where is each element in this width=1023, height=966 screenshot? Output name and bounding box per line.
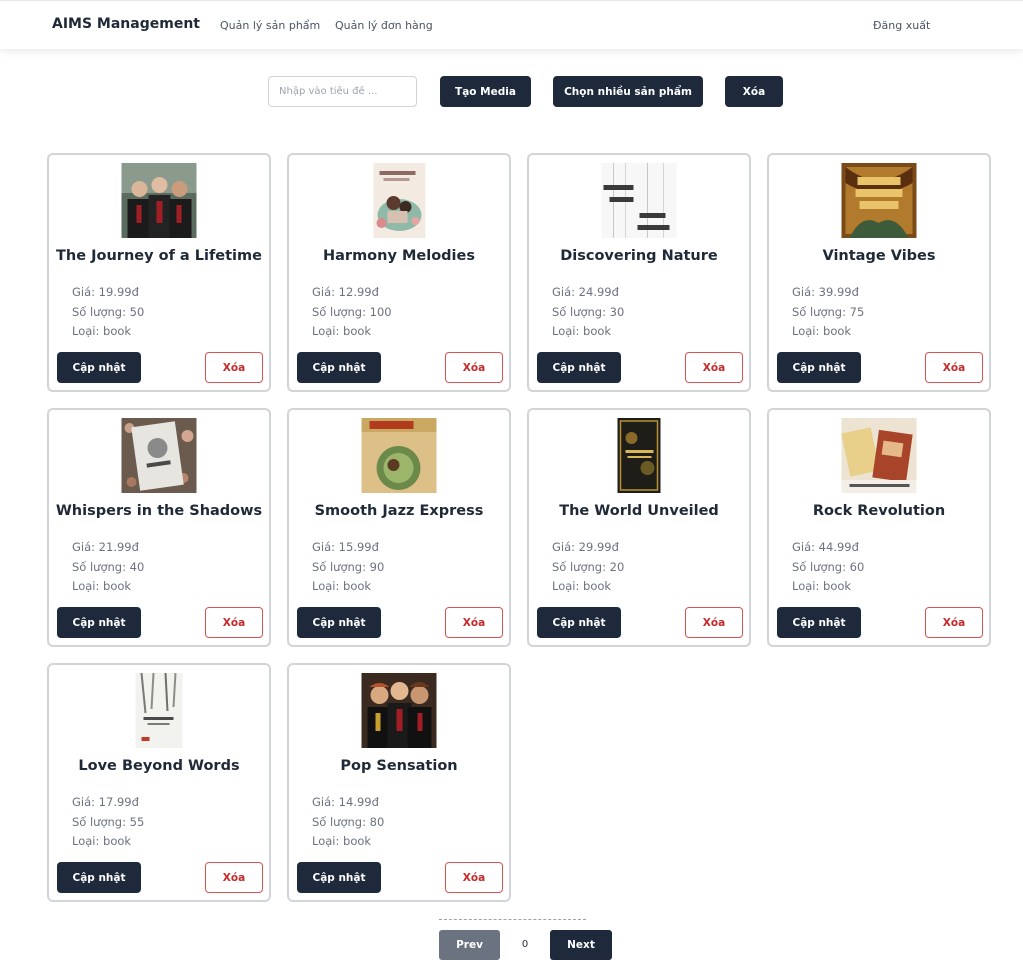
product-price: Giá: 44.99đ [792, 540, 859, 554]
update-button[interactable]: Cập nhật [297, 607, 381, 638]
update-button[interactable]: Cập nhật [297, 352, 381, 383]
product-type: Loại: book [72, 579, 132, 593]
product-quantity: Số lượng: 55 [72, 815, 145, 829]
select-multiple-button[interactable]: Chọn nhiều sản phẩm [553, 76, 703, 107]
pagination-divider [439, 919, 586, 920]
product-card: The World Unveiled Giá: 29.99đ Số lượng:… [527, 408, 751, 647]
product-quantity: Số lượng: 60 [792, 560, 865, 574]
product-cover-image [361, 418, 437, 493]
update-button[interactable]: Cập nhật [777, 352, 861, 383]
product-quantity: Số lượng: 30 [552, 305, 625, 319]
delete-button[interactable]: Xóa [205, 862, 263, 893]
product-cover-image [841, 163, 917, 238]
logout-link[interactable]: Đăng xuất [873, 19, 930, 32]
product-type: Loại: book [312, 324, 372, 338]
product-quantity: Số lượng: 90 [312, 560, 385, 574]
product-price: Giá: 24.99đ [552, 285, 619, 299]
product-type: Loại: book [312, 834, 372, 848]
product-card: Whispers in the Shadows Giá: 21.99đ Số l… [47, 408, 271, 647]
product-type: Loại: book [72, 834, 132, 848]
update-button[interactable]: Cập nhật [57, 862, 141, 893]
delete-button[interactable]: Xóa [445, 352, 503, 383]
product-card: Vintage Vibes Giá: 39.99đ Số lượng: 75 L… [767, 153, 991, 392]
product-type: Loại: book [792, 579, 852, 593]
product-cover-image [121, 418, 197, 493]
product-quantity: Số lượng: 75 [792, 305, 865, 319]
product-title: Vintage Vibes [822, 248, 936, 264]
product-price: Giá: 19.99đ [72, 285, 139, 299]
update-button[interactable]: Cập nhật [537, 607, 621, 638]
next-page-button[interactable]: Next [550, 930, 612, 960]
product-title: Harmony Melodies [323, 248, 475, 264]
product-grid: The Journey of a Lifetime Giá: 19.99đ Số… [47, 153, 992, 902]
product-cover-image [602, 418, 677, 493]
search-input[interactable] [268, 76, 417, 107]
product-cover-image [601, 163, 677, 238]
product-card: Smooth Jazz Express Giá: 15.99đ Số lượng… [287, 408, 511, 647]
product-quantity: Số lượng: 100 [312, 305, 392, 319]
update-button[interactable]: Cập nhật [777, 607, 861, 638]
current-page-number: 0 [521, 939, 529, 950]
product-price: Giá: 12.99đ [312, 285, 379, 299]
delete-button[interactable]: Xóa [685, 352, 743, 383]
product-cover-image [841, 418, 917, 493]
product-title: Whispers in the Shadows [55, 503, 263, 519]
delete-button[interactable]: Xóa [685, 607, 743, 638]
product-card: Rock Revolution Giá: 44.99đ Số lượng: 60… [767, 408, 991, 647]
product-card: Love Beyond Words Giá: 17.99đ Số lượng: … [47, 663, 271, 902]
product-price: Giá: 14.99đ [312, 795, 379, 809]
delete-button[interactable]: Xóa [445, 862, 503, 893]
brand-title[interactable]: AIMS Management [52, 16, 200, 32]
update-button[interactable]: Cập nhật [57, 352, 141, 383]
product-card: Discovering Nature Giá: 24.99đ Số lượng:… [527, 153, 751, 392]
product-price: Giá: 17.99đ [72, 795, 139, 809]
product-title: Smooth Jazz Express [314, 503, 484, 519]
product-type: Loại: book [792, 324, 852, 338]
nav-link-orders[interactable]: Quản lý đơn hàng [335, 19, 433, 32]
delete-button[interactable]: Xóa [925, 352, 983, 383]
product-type: Loại: book [552, 579, 612, 593]
product-price: Giá: 15.99đ [312, 540, 379, 554]
product-title: The Journey of a Lifetime [56, 248, 262, 264]
nav-link-products[interactable]: Quản lý sản phẩm [220, 19, 320, 32]
product-price: Giá: 29.99đ [552, 540, 619, 554]
create-media-button[interactable]: Tạo Media [440, 76, 531, 107]
product-card: Harmony Melodies Giá: 12.99đ Số lượng: 1… [287, 153, 511, 392]
product-type: Loại: book [552, 324, 612, 338]
top-navbar: AIMS Management Quản lý sản phẩm Quản lý… [0, 0, 1023, 49]
product-cover-image [361, 673, 437, 748]
product-quantity: Số lượng: 50 [72, 305, 145, 319]
update-button[interactable]: Cập nhật [537, 352, 621, 383]
product-title: Pop Sensation [340, 758, 458, 774]
product-cover-image [122, 673, 197, 748]
delete-button[interactable]: Xóa [205, 607, 263, 638]
product-quantity: Số lượng: 40 [72, 560, 145, 574]
delete-selected-button[interactable]: Xóa [725, 76, 783, 107]
product-type: Loại: book [72, 324, 132, 338]
product-title: The World Unveiled [559, 503, 719, 519]
product-card: Pop Sensation Giá: 14.99đ Số lượng: 80 L… [287, 663, 511, 902]
product-cover-image [362, 163, 437, 238]
product-card: The Journey of a Lifetime Giá: 19.99đ Số… [47, 153, 271, 392]
delete-button[interactable]: Xóa [205, 352, 263, 383]
prev-page-button[interactable]: Prev [439, 930, 500, 960]
delete-button[interactable]: Xóa [925, 607, 983, 638]
product-title: Love Beyond Words [78, 758, 240, 774]
update-button[interactable]: Cập nhật [57, 607, 141, 638]
product-type: Loại: book [312, 579, 372, 593]
product-quantity: Số lượng: 20 [552, 560, 625, 574]
delete-button[interactable]: Xóa [445, 607, 503, 638]
product-cover-image [121, 163, 197, 238]
product-title: Rock Revolution [812, 503, 946, 519]
product-quantity: Số lượng: 80 [312, 815, 385, 829]
product-price: Giá: 21.99đ [72, 540, 139, 554]
update-button[interactable]: Cập nhật [297, 862, 381, 893]
product-price: Giá: 39.99đ [792, 285, 859, 299]
product-title: Discovering Nature [560, 248, 718, 264]
